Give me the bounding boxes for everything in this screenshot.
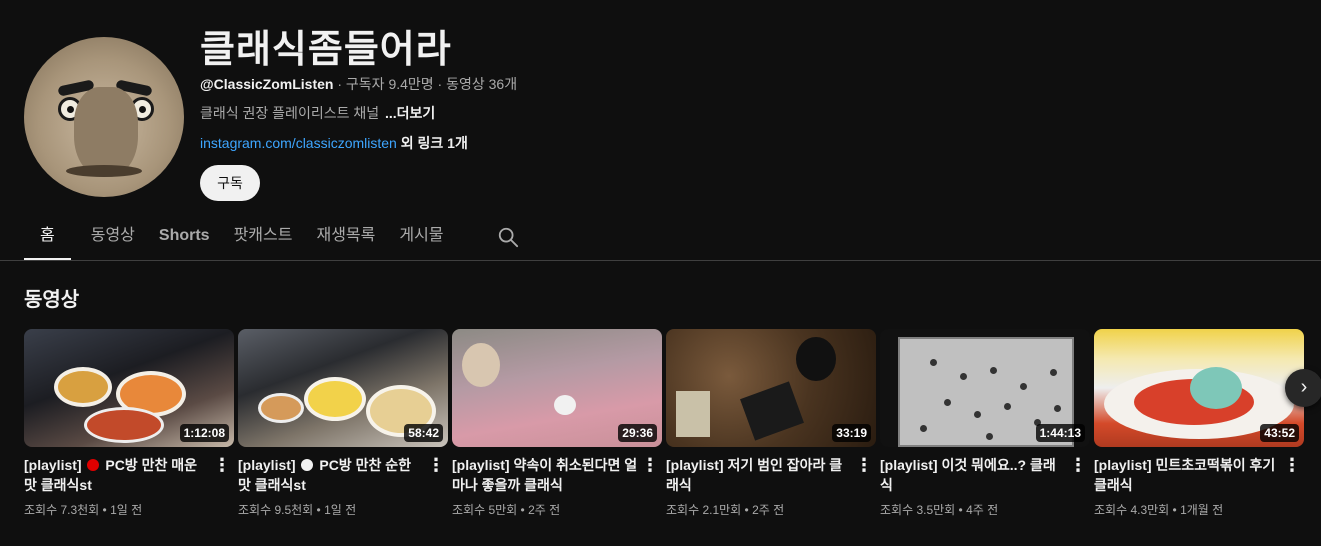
channel-stats: · 구독자 9.4만명 · 동영상 36개 <box>333 76 518 92</box>
video-card[interactable]: 33:19 [playlist] 저기 범인 잡아라 클래식 ⋮ 조회수 2.1… <box>666 329 876 518</box>
video-stats: 조회수 2.1만회 • 2주 전 <box>666 503 785 517</box>
more-vert-icon[interactable]: ⋮ <box>424 454 448 478</box>
video-thumbnail[interactable]: 58:42 <box>238 329 448 447</box>
tab-playlists[interactable]: 재생목록 <box>304 214 387 260</box>
description-text: 클래식 권장 플레이리스트 채널 <box>200 105 380 121</box>
video-title[interactable]: [playlist] 약속이 취소된다면 얼마나 좋을까 클래식 <box>452 455 638 495</box>
tabs-divider <box>0 260 1321 261</box>
more-vert-icon[interactable]: ⋮ <box>1280 454 1304 478</box>
video-thumbnail[interactable]: 29:36 <box>452 329 662 447</box>
video-card[interactable]: 43:52 [playlist] 민트초코떡볶이 후기 클래식 ⋮ 조회수 4.… <box>1094 329 1304 518</box>
more-vert-icon[interactable]: ⋮ <box>210 454 234 478</box>
video-thumbnail[interactable]: 1:44:13 <box>880 329 1090 447</box>
video-duration: 43:52 <box>1260 424 1299 442</box>
chevron-right-icon[interactable]: › <box>1285 369 1321 407</box>
subscribe-button[interactable]: 구독 <box>200 165 260 201</box>
channel-handle[interactable]: @ClassicZomListen <box>200 76 333 92</box>
more-vert-icon[interactable]: ⋮ <box>638 454 662 478</box>
video-stats: 조회수 5만회 • 2주 전 <box>452 503 561 517</box>
video-stats: 조회수 4.3만회 • 1개월 전 <box>1094 503 1224 517</box>
video-thumbnail[interactable]: 43:52 <box>1094 329 1304 447</box>
video-thumbnail[interactable]: 33:19 <box>666 329 876 447</box>
channel-avatar <box>24 37 184 197</box>
avatar-mouth <box>66 165 142 177</box>
more-vert-icon[interactable]: ⋮ <box>852 454 876 478</box>
more-vert-icon[interactable]: ⋮ <box>1066 454 1090 478</box>
video-duration: 1:12:08 <box>179 424 229 442</box>
section-title[interactable]: 동영상 <box>24 283 79 312</box>
video-duration: 1:44:13 <box>1035 424 1085 442</box>
channel-links: instagram.com/classiczomlisten 외 링크 1개 <box>200 133 468 153</box>
video-title[interactable]: [playlist] 이것 뭐에요..? 클래식 <box>880 455 1066 495</box>
channel-tabs: 홈 동영상 Shorts 팟캐스트 재생목록 게시물 <box>24 214 456 260</box>
video-title[interactable]: [playlist] 민트초코떡볶이 후기 클래식 <box>1094 455 1280 495</box>
tab-posts[interactable]: 게시물 <box>387 214 455 260</box>
video-card[interactable]: 1:12:08 [playlist] PC방 만찬 매운 맛 클래식st ⋮ 조… <box>24 329 234 518</box>
video-title[interactable]: [playlist] 저기 범인 잡아라 클래식 <box>666 455 852 495</box>
tab-home[interactable]: 홈 <box>24 214 71 260</box>
channel-meta: @ClassicZomListen · 구독자 9.4만명 · 동영상 36개 <box>200 74 517 94</box>
video-duration: 29:36 <box>618 424 657 442</box>
video-stats: 조회수 3.5만회 • 4주 전 <box>880 503 999 517</box>
channel-description[interactable]: 클래식 권장 플레이리스트 채널 ...더보기 <box>200 103 435 123</box>
video-card[interactable]: 58:42 [playlist] PC방 만찬 순한 맛 클래식st ⋮ 조회수… <box>238 329 448 518</box>
video-title[interactable]: [playlist] PC방 만찬 매운 맛 클래식st <box>24 455 210 495</box>
video-title[interactable]: [playlist] PC방 만찬 순한 맛 클래식st <box>238 455 424 495</box>
more-button[interactable]: ...더보기 <box>385 105 435 121</box>
video-stats: 조회수 7.3천회 • 1일 전 <box>24 503 143 517</box>
tab-shorts[interactable]: Shorts <box>147 214 222 260</box>
video-card[interactable]: 1:44:13 [playlist] 이것 뭐에요..? 클래식 ⋮ 조회수 3… <box>880 329 1090 518</box>
video-card[interactable]: 29:36 [playlist] 약속이 취소된다면 얼마나 좋을까 클래식 ⋮… <box>452 329 662 518</box>
video-duration: 58:42 <box>404 424 443 442</box>
video-stats: 조회수 9.5천회 • 1일 전 <box>238 503 357 517</box>
channel-name: 클래식좀들어라 <box>200 29 452 71</box>
search-icon[interactable] <box>497 226 519 248</box>
white-circle-icon <box>301 459 314 471</box>
avatar-nose <box>74 87 138 177</box>
video-duration: 33:19 <box>832 424 871 442</box>
tab-videos[interactable]: 동영상 <box>79 214 147 260</box>
extra-links-button[interactable]: 외 링크 1개 <box>397 135 468 151</box>
video-thumbnail[interactable]: 1:12:08 <box>24 329 234 447</box>
red-circle-icon <box>87 459 100 471</box>
tab-podcasts[interactable]: 팟캐스트 <box>222 214 305 260</box>
instagram-link[interactable]: instagram.com/classiczomlisten <box>200 135 397 151</box>
